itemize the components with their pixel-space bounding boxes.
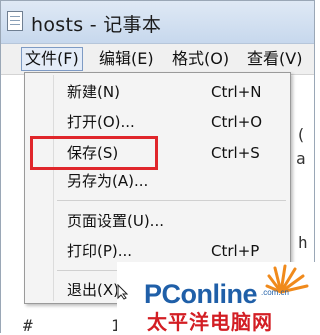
- menu-item-page-setup[interactable]: 页面设置(U)...: [25, 208, 290, 234]
- menu-item-shortcut: Ctrl+S: [211, 144, 260, 162]
- editor-text-fragment: h: [298, 233, 308, 252]
- menu-item-open[interactable]: 打开(O)... Ctrl+O: [25, 109, 290, 135]
- menu-edit[interactable]: 编辑(E): [96, 47, 157, 71]
- pconline-watermark: PConline .com.cn 太平洋电脑网: [117, 262, 315, 334]
- menu-bar: 文件(F) 编辑(E) 格式(O) 查看(V): [1, 44, 314, 75]
- cursor-arrow-icon: [117, 284, 129, 300]
- title-bar: hosts - 记事本: [1, 1, 314, 44]
- menu-item-label: 另存为(A)...: [67, 172, 149, 190]
- save-highlight-box: [30, 136, 158, 170]
- menu-item-label: 打开(O)...: [67, 113, 135, 131]
- menu-item-shortcut: Ctrl+O: [211, 113, 263, 131]
- menu-file[interactable]: 文件(F): [21, 47, 83, 71]
- menu-item-new[interactable]: 新建(N) Ctrl+N: [25, 79, 290, 105]
- menu-item-label: 打印(P)...: [67, 242, 133, 260]
- editor-text-fragment: a: [296, 149, 306, 168]
- editor-text-fragment: (: [296, 125, 306, 144]
- menu-format[interactable]: 格式(O): [169, 47, 232, 71]
- menu-item-label: 新建(N): [67, 83, 120, 101]
- notepad-app-icon: [7, 11, 23, 31]
- menu-item-print[interactable]: 打印(P)... Ctrl+P: [25, 238, 290, 264]
- watermark-chinese-name: 太平洋电脑网: [147, 310, 273, 334]
- menu-separator: [57, 200, 286, 201]
- editor-text-fragment: #: [23, 316, 33, 335]
- window-title: hosts - 记事本: [31, 14, 162, 36]
- watermark-domain: .com.cn: [261, 288, 290, 297]
- menu-item-save-as[interactable]: 另存为(A)...: [25, 168, 290, 194]
- menu-item-label: 退出(X): [67, 281, 119, 299]
- menu-view[interactable]: 查看(V): [244, 47, 305, 71]
- menu-item-label: 页面设置(U)...: [67, 212, 164, 230]
- menu-item-shortcut: Ctrl+P: [211, 242, 260, 260]
- menu-item-shortcut: Ctrl+N: [211, 83, 262, 101]
